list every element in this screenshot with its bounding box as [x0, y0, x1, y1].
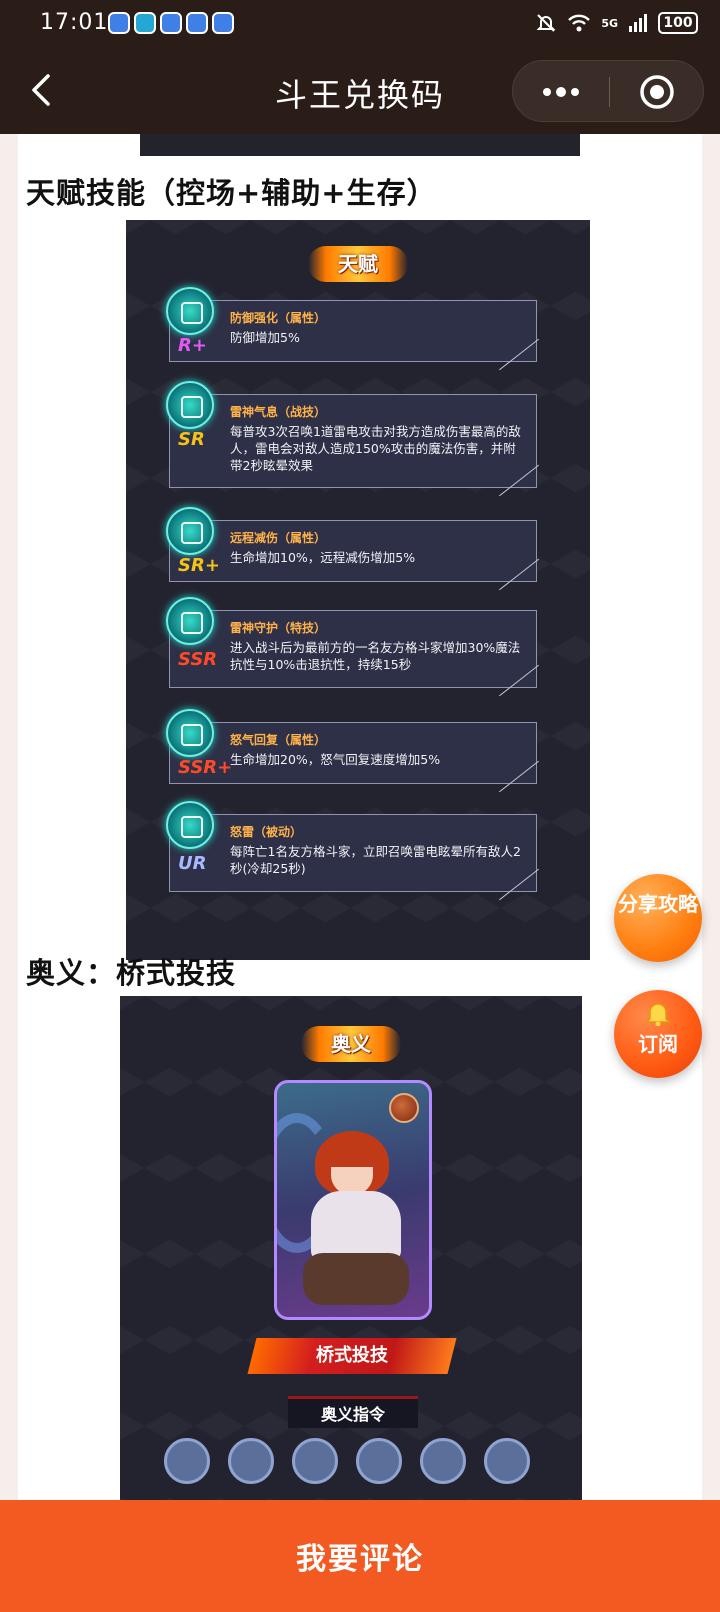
title-bar: 斗王兑换码 — [0, 48, 720, 134]
notification-icons — [108, 12, 234, 34]
direction-icon — [228, 1438, 274, 1484]
status-time: 17:01 — [40, 10, 109, 35]
direction-icon — [420, 1438, 466, 1484]
comment-button[interactable]: 我要评论 — [0, 1534, 720, 1578]
skill-name: 桥式投技 — [316, 1345, 388, 1366]
talent-card: UR 怒雷（被动） 每阵亡1名友方格斗家，立即召唤雷电眩晕所有敌人2秒(冷却25… — [166, 801, 540, 901]
talent-name: 怒气回复（属性） — [230, 733, 327, 747]
talent-card: R+ 防御强化（属性） 防御增加5% — [166, 287, 540, 371]
heart-icon — [166, 801, 214, 849]
rarity-badge: SSR — [178, 649, 218, 670]
rarity-badge: SR — [178, 429, 205, 450]
target-circle-icon[interactable] — [609, 61, 705, 123]
dot — [571, 88, 579, 96]
direction-icon — [164, 1438, 210, 1484]
comment-bar[interactable]: 我要评论 — [0, 1500, 720, 1612]
ougi-banner: 奥义 — [301, 1026, 401, 1062]
command-icons — [164, 1438, 530, 1484]
direction-icon — [292, 1438, 338, 1484]
rarity-badge: UR — [178, 853, 207, 874]
sword-icon — [166, 507, 214, 555]
talent-name: 防御强化（属性） — [230, 311, 327, 325]
direction-icon — [484, 1438, 530, 1484]
app-notification-icon — [160, 12, 182, 34]
talent-desc: 每阵亡1名友方格斗家，立即召唤雷电眩晕所有敌人2秒(冷却25秒) — [230, 844, 521, 876]
subscribe-label: 订阅 — [638, 1032, 678, 1056]
talent-card: SR+ 远程减伤（属性） 生命增加10%，远程减伤增加5% — [166, 507, 540, 591]
wifi-icon — [568, 14, 591, 32]
talent-banner: 天赋 — [308, 246, 408, 282]
rarity-badge: SR+ — [178, 555, 220, 576]
command-bar: 奥义指令 — [288, 1396, 418, 1428]
talent-name: 怒雷（被动） — [230, 825, 303, 839]
mute-bell-icon — [536, 14, 556, 32]
article-content: 天赋技能（控场+辅助+生存） 天赋 R+ 防御强化（属性） 防御增加5% SR … — [18, 134, 702, 1500]
bell-icon — [645, 1003, 671, 1026]
talent-card: SR 雷神气息（战技） 每普攻3次召唤1道雷电攻击对我方造成伤害最高的敌人，雷电… — [166, 381, 540, 497]
talent-card: SSR 雷神守护（特技） 进入战斗后为最前方的一名友方格斗家增加30%魔法抗性与… — [166, 597, 540, 697]
mini-program-capsule — [512, 60, 704, 122]
talent-desc: 生命增加20%，怒气回复速度增加5% — [230, 752, 441, 767]
talent-heading: 天赋技能（控场+辅助+生存） — [26, 176, 437, 210]
talent-desc: 每普攻3次召唤1道雷电攻击对我方造成伤害最高的敌人，雷电会对敌人造成150%攻击… — [230, 424, 521, 473]
app-notification-icon — [108, 12, 130, 34]
app-notification-icon — [186, 12, 208, 34]
battery-icon: 100 — [658, 12, 698, 34]
ougi-image: 奥义 桥式投技 奥义指令 — [120, 996, 582, 1500]
talent-card: SSR+ 怒气回复（属性） 生命增加20%，怒气回复速度增加5% — [166, 709, 540, 793]
talent-name: 远程减伤（属性） — [230, 531, 327, 545]
talent-image: 天赋 R+ 防御强化（属性） 防御增加5% SR 雷神气息（战技） 每普攻3次召… — [126, 220, 590, 960]
rarity-badge: SSR+ — [178, 757, 233, 778]
command-label: 奥义指令 — [320, 1405, 385, 1424]
status-right: 5G 100 — [535, 12, 698, 34]
app-notification-icon — [212, 12, 234, 34]
app-notification-icon — [134, 12, 156, 34]
talent-desc: 进入战斗后为最前方的一名友方格斗家增加30%魔法抗性与10%击退抗性，持续15秒 — [230, 640, 521, 672]
moon-icon — [389, 1093, 419, 1123]
more-button[interactable] — [513, 61, 609, 123]
character-body — [311, 1191, 401, 1261]
previous-image-bottom — [140, 134, 580, 156]
lightning-icon — [166, 381, 214, 429]
network-type: 5G — [601, 16, 618, 30]
status-bar: 17:01 5G 100 — [0, 0, 720, 48]
signal-icon — [629, 14, 647, 32]
share-guide-label: 分享攻略 — [618, 892, 698, 916]
direction-icon — [356, 1438, 402, 1484]
shield-icon — [166, 287, 214, 335]
subscribe-button[interactable]: 订阅 — [614, 990, 702, 1078]
flame-icon — [166, 709, 214, 757]
skill-card-art — [274, 1080, 432, 1320]
talent-name: 雷神守护（特技） — [230, 621, 327, 635]
character-legs — [303, 1253, 409, 1305]
dot — [543, 88, 551, 96]
talent-desc: 生命增加10%，远程减伤增加5% — [230, 550, 416, 565]
rarity-badge: R+ — [178, 335, 207, 356]
ougi-heading: 奥义：桥式投技 — [26, 956, 237, 990]
dot — [556, 87, 566, 97]
handshake-icon — [166, 597, 214, 645]
talent-desc: 防御增加5% — [230, 330, 300, 345]
talent-name: 雷神气息（战技） — [230, 405, 327, 419]
share-guide-button[interactable]: 分享攻略 — [614, 874, 702, 962]
